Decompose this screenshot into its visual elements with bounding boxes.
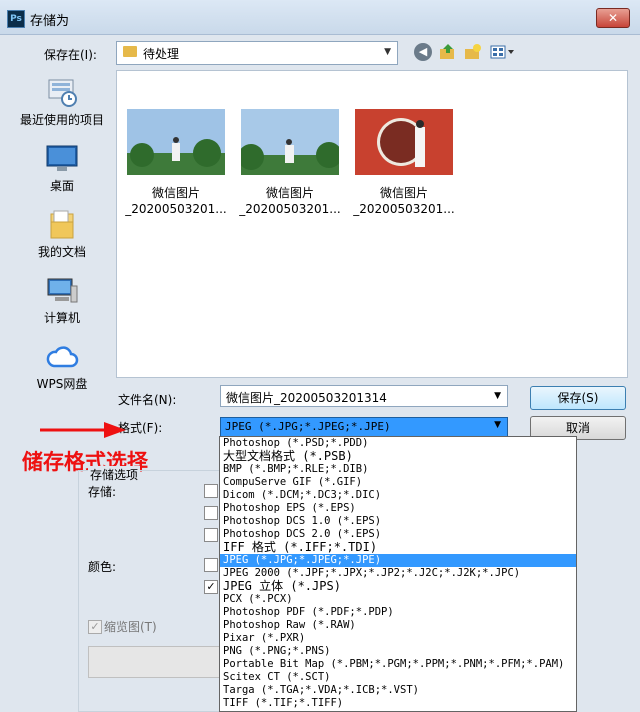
annotation-arrow-icon: [38, 420, 128, 440]
option-checkbox[interactable]: [204, 506, 218, 520]
format-option[interactable]: JPEG (*.JPG;*.JPEG;*.JPE): [220, 554, 576, 567]
option-checkbox[interactable]: [204, 558, 218, 572]
chevron-down-icon: ▼: [384, 47, 391, 57]
option-checkbox[interactable]: [204, 484, 218, 498]
chevron-down-icon: ▼: [494, 391, 501, 401]
format-option[interactable]: BMP (*.BMP;*.RLE;*.DIB): [220, 463, 576, 476]
format-option[interactable]: Photoshop EPS (*.EPS): [220, 502, 576, 515]
place-label: 计算机: [43, 311, 80, 325]
file-thumbnail: [127, 109, 225, 175]
up-folder-icon[interactable]: [439, 43, 457, 61]
file-name-line1: 微信图片: [265, 186, 314, 200]
folder-icon: [123, 46, 137, 57]
chevron-down-icon: ▼: [494, 420, 501, 430]
format-option[interactable]: CompuServe GIF (*.GIF): [220, 476, 576, 489]
save-in-path: 待处理: [143, 47, 180, 61]
save-in-combo[interactable]: 待处理 ▼: [116, 41, 398, 65]
place-documents[interactable]: 我的文档: [14, 210, 110, 260]
format-option[interactable]: PCX (*.PCX): [220, 593, 576, 606]
format-option[interactable]: Pixar (*.PXR): [220, 632, 576, 645]
cloud-icon: [45, 342, 79, 372]
computer-icon: [45, 276, 79, 306]
checked-checkbox-icon[interactable]: ✓: [204, 580, 218, 594]
desktop-icon: [45, 144, 79, 174]
option-checkbox[interactable]: [204, 528, 218, 542]
format-option[interactable]: TIFF (*.TIF;*.TIFF): [220, 697, 576, 710]
new-folder-icon[interactable]: [464, 43, 482, 61]
format-option[interactable]: Portable Bit Map (*.PBM;*.PGM;*.PPM;*.PN…: [220, 658, 576, 671]
format-option[interactable]: IFF 格式 (*.IFF;*.TDI): [220, 541, 576, 554]
format-option[interactable]: JPEG 立体 (*.JPS): [220, 580, 576, 593]
back-icon[interactable]: ◀: [414, 43, 432, 61]
file-item[interactable]: 微信图片 _2020050320​1...: [351, 109, 457, 217]
format-select[interactable]: JPEG (*.JPG;*.JPEG;*.JPE) ▼: [220, 417, 508, 438]
close-button[interactable]: ✕: [596, 8, 630, 28]
format-option[interactable]: Photoshop DCS 1.0 (*.EPS): [220, 515, 576, 528]
format-dropdown-list[interactable]: Photoshop (*.PSD;*.PDD) 大型文档格式 (*.PSB) BMP…: [219, 436, 577, 712]
places-sidebar: 最近使用的项目 桌面 我的文档 计算机 WPS网盘: [14, 68, 110, 410]
photoshop-app-icon: Ps: [7, 10, 25, 28]
place-recent[interactable]: 最近使用的项目: [14, 78, 110, 128]
thumbnail-checkbox[interactable]: ✓: [88, 620, 102, 634]
view-menu-icon[interactable]: [490, 43, 516, 61]
format-option[interactable]: 大型文档格式 (*.PSB): [220, 450, 576, 463]
file-list[interactable]: 微信图片 _2020050320​1... 微信图片 _2020050320​1…: [116, 70, 628, 378]
file-name-line2: _2020050320​1...: [353, 202, 455, 216]
place-label: 桌面: [49, 179, 74, 193]
filename-input[interactable]: 微信图片_20200503201314 ▼: [220, 385, 508, 407]
file-item[interactable]: 微信图片 _2020050320​1...: [123, 109, 229, 217]
save-in-label: 保存在(I):: [44, 48, 97, 62]
filename-value: 微信图片_20200503201314: [226, 391, 387, 405]
file-thumbnail: [355, 109, 453, 175]
format-option[interactable]: Dicom (*.DCM;*.DC3;*.DIC): [220, 489, 576, 502]
file-item[interactable]: 微信图片 _2020050320​1...: [237, 109, 343, 217]
format-option[interactable]: Scitex CT (*.SCT): [220, 671, 576, 684]
documents-icon: [45, 210, 79, 240]
window-title: 存储为: [30, 14, 70, 29]
place-wps-cloud[interactable]: WPS网盘: [14, 342, 110, 392]
save-button[interactable]: 保存(S): [530, 386, 626, 410]
format-option[interactable]: Photoshop Raw (*.RAW): [220, 619, 576, 632]
place-desktop[interactable]: 桌面: [14, 144, 110, 194]
format-option[interactable]: PNG (*.PNG;*.PNS): [220, 645, 576, 658]
thumbnail-field: [88, 646, 220, 678]
place-computer[interactable]: 计算机: [14, 276, 110, 326]
file-name-line1: 微信图片: [379, 186, 428, 200]
file-name-line1: 微信图片: [151, 186, 200, 200]
filename-label: 文件名(N):: [118, 393, 177, 407]
format-option[interactable]: Photoshop PDF (*.PDF;*.PDP): [220, 606, 576, 619]
recent-icon: [45, 78, 79, 108]
place-label: 最近使用的项目: [19, 113, 104, 127]
file-name-line2: _2020050320​1...: [125, 202, 227, 216]
place-label: WPS网盘: [36, 377, 88, 391]
color-label: 颜色:: [88, 560, 117, 574]
title-bar: [0, 0, 640, 35]
place-label: 我的文档: [37, 245, 86, 259]
file-name-line2: _2020050320​1...: [239, 202, 341, 216]
save-label: 存储:: [88, 485, 117, 499]
thumbnail-label: 缩览图(T): [104, 620, 157, 634]
format-option[interactable]: Targa (*.TGA;*.VDA;*.ICB;*.VST): [220, 684, 576, 697]
format-value: JPEG (*.JPG;*.JPEG;*.JPE): [225, 420, 391, 433]
file-thumbnail: [241, 109, 339, 175]
save-options-title: 存储选项: [88, 466, 141, 483]
